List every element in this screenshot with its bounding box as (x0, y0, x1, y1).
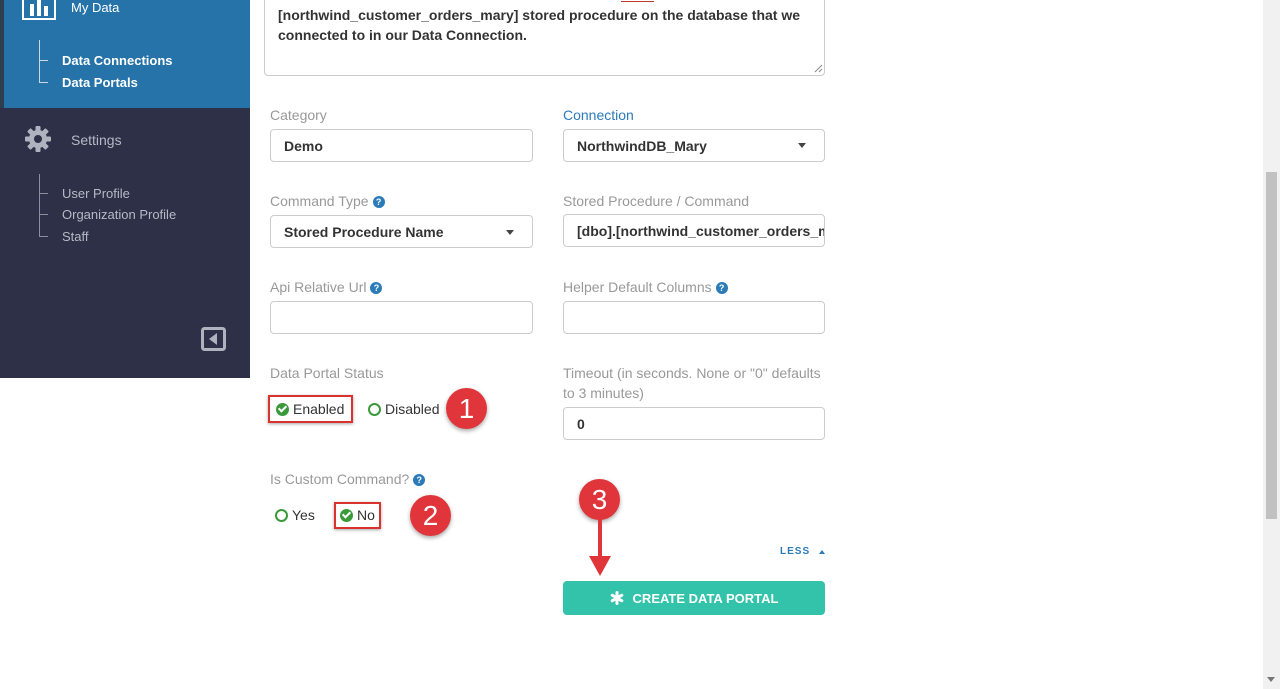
command-type-label: Command Type? (270, 193, 385, 209)
help-icon[interactable]: ? (372, 196, 385, 208)
checked-radio-icon (340, 508, 353, 522)
helper-columns-input[interactable] (563, 301, 825, 334)
connection-value: NorthwindDB_Mary (577, 138, 707, 154)
category-input[interactable]: Demo (270, 129, 533, 162)
help-icon[interactable]: ? (715, 282, 728, 294)
command-type-select[interactable]: Stored Procedure Name (270, 215, 533, 248)
help-icon[interactable]: ? (370, 282, 383, 294)
sidebar-item-staff[interactable]: Staff (62, 229, 89, 244)
collapse-sidebar-icon[interactable] (201, 327, 226, 351)
tree-line (39, 40, 40, 82)
chevron-down-icon (506, 230, 514, 235)
annotation-badge-2: 2 (410, 495, 451, 536)
create-button-label: CREATE DATA PORTAL (632, 590, 779, 606)
create-data-portal-button[interactable]: CREATE DATA PORTAL (563, 581, 825, 615)
status-disabled-label: Disabled (385, 401, 440, 417)
asterisk-icon (610, 591, 623, 605)
resize-handle-icon[interactable] (813, 63, 823, 73)
api-url-label-text: Api Relative Url (270, 279, 367, 295)
scroll-down-arrow-icon[interactable] (1267, 677, 1275, 682)
scrollbar-thumb[interactable] (1266, 172, 1277, 519)
sidebar-item-user-profile[interactable]: User Profile (62, 186, 130, 201)
category-label: Category (270, 107, 327, 123)
timeout-label-line-1: Timeout (in seconds. None or "0" default… (563, 365, 821, 381)
status-label: Data Portal Status (270, 365, 384, 381)
chevron-up-icon (819, 550, 825, 554)
tree-tick (39, 82, 48, 83)
custom-command-label-text: Is Custom Command? (270, 471, 410, 487)
unchecked-radio-icon (275, 508, 288, 522)
sidebar-item-data-connections[interactable]: Data Connections (62, 53, 173, 68)
help-icon[interactable]: ? (413, 474, 426, 486)
custom-yes-label: Yes (292, 507, 315, 523)
description-line-1: [northwind_customer_orders_mary] stored … (278, 7, 801, 23)
annotation-arrow-head (589, 556, 611, 576)
command-type-label-text: Command Type (270, 193, 369, 209)
custom-no-label: No (357, 507, 375, 523)
annotation-arrow-shaft (598, 518, 602, 560)
checked-radio-icon (276, 402, 289, 416)
sidebar-item-organization-profile[interactable]: Organization Profile (62, 207, 176, 222)
custom-yes-radio[interactable]: Yes (275, 507, 315, 523)
connection-label: Connection (563, 107, 634, 123)
tree-tick (39, 60, 48, 61)
connection-select[interactable]: NorthwindDB_Mary (563, 129, 825, 162)
custom-command-label: Is Custom Command?? (270, 471, 426, 487)
api-url-input[interactable] (270, 301, 533, 334)
bar-chart-icon (22, 0, 56, 20)
spellcheck-underline (621, 0, 654, 2)
unchecked-radio-icon (368, 402, 381, 416)
custom-no-radio[interactable]: No (340, 507, 375, 523)
annotation-badge-1: 1 (446, 388, 487, 429)
timeout-label-line-2: to 3 minutes) (563, 385, 644, 401)
status-enabled-label: Enabled (293, 401, 345, 417)
command-type-value: Stored Procedure Name (284, 224, 444, 240)
sidebar-item-data-portals[interactable]: Data Portals (62, 75, 138, 90)
less-toggle[interactable]: LESS (780, 546, 810, 557)
annotation-badge-3: 3 (579, 479, 620, 520)
nav-my-data[interactable]: My Data (71, 0, 119, 15)
status-disabled-radio[interactable]: Disabled (368, 401, 439, 417)
timeout-input[interactable]: 0 (563, 407, 825, 440)
tree-tick (39, 236, 48, 237)
tree-tick (39, 193, 48, 194)
helper-columns-label-text: Helper Default Columns (563, 279, 712, 295)
helper-columns-label: Helper Default Columns? (563, 279, 728, 295)
api-url-label: Api Relative Url? (270, 279, 383, 295)
status-enabled-radio[interactable]: Enabled (276, 401, 344, 417)
tree-line (39, 174, 40, 237)
chevron-down-icon (798, 143, 806, 148)
stored-procedure-label: Stored Procedure / Command (563, 193, 749, 209)
tree-tick (39, 214, 48, 215)
description-line-2: connected to in our Data Connection. (278, 27, 527, 43)
nav-settings[interactable]: Settings (71, 132, 122, 148)
gear-icon (25, 126, 51, 152)
stored-procedure-input[interactable]: [dbo].[northwind_customer_orders_mary] (563, 214, 825, 247)
